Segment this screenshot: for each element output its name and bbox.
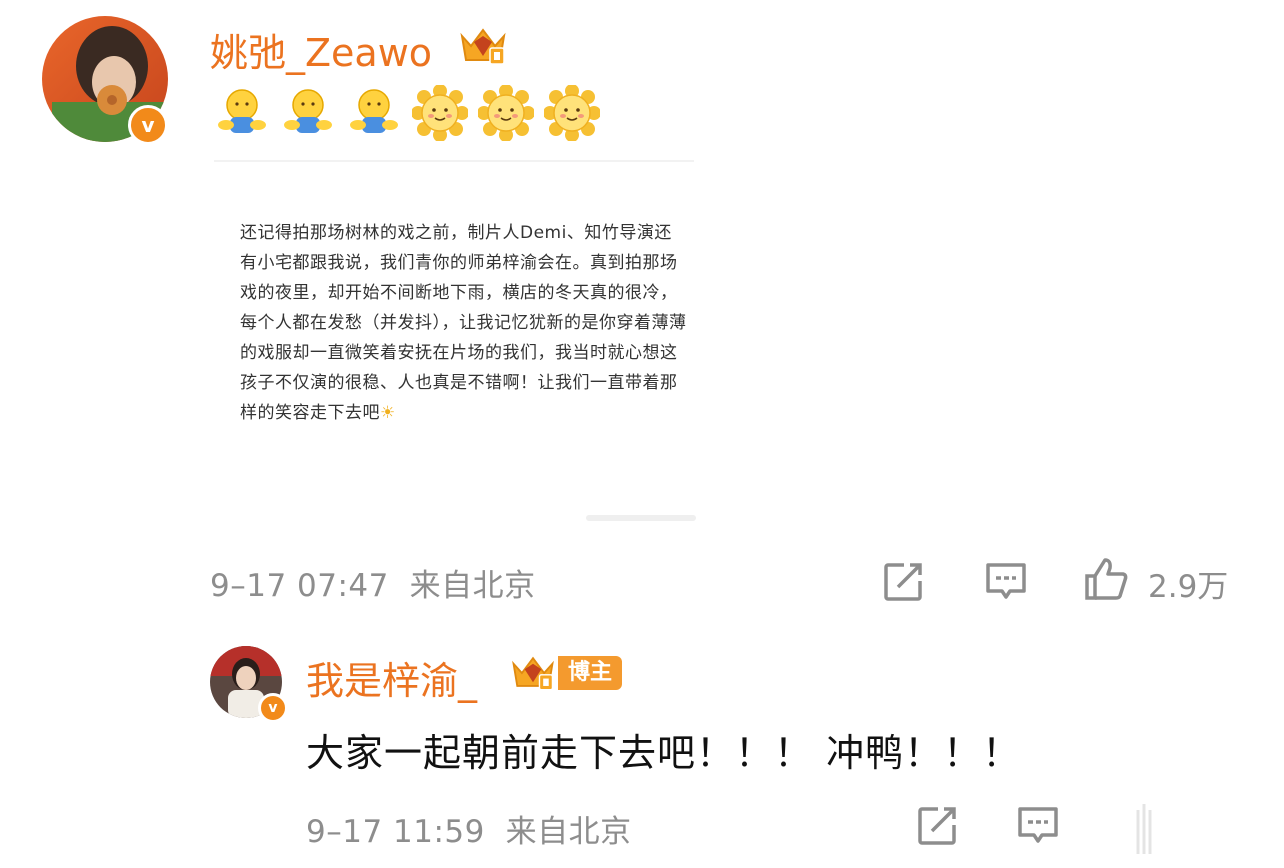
hug-emoji-icon (284, 89, 332, 133)
like-icon (1136, 804, 1152, 854)
verified-badge: v (128, 105, 168, 145)
post-timestamp: 9–17 07:47 (210, 568, 389, 604)
emoji-row (214, 85, 600, 141)
reply-timestamp: 9–17 11:59 (306, 814, 485, 850)
hug-emoji-icon (350, 89, 398, 133)
post-meta: 9–17 07:47 来自北京 (210, 560, 536, 605)
like-icon (1085, 558, 1128, 600)
reply-comment-button[interactable] (1014, 802, 1062, 848)
post-location: 来自北京 (409, 568, 536, 604)
reply-username[interactable]: 我是梓渝_ (306, 650, 477, 705)
post-image-text: 还记得拍那场树林的戏之前，制片人Demi、知竹导演还有小宅都跟我说，我们青你的师… (240, 223, 687, 423)
reply-like-button[interactable] (1066, 798, 1284, 858)
sun-icon: ☀ (380, 403, 396, 423)
post-image[interactable]: 还记得拍那场树林的戏之前，制片人Demi、知竹导演还有小宅都跟我说，我们青你的师… (214, 160, 696, 525)
author-tag-label: 博主 (558, 656, 623, 690)
comment-icon (986, 563, 1026, 599)
share-icon (918, 807, 956, 845)
crown-badge-icon (512, 656, 554, 691)
comment-button[interactable] (982, 558, 1030, 604)
reply-text: 大家一起朝前走下去吧！！！ 冲鸭！！！ (306, 731, 1022, 775)
reply-share-button[interactable] (914, 804, 960, 848)
crown-badge-icon (456, 26, 510, 66)
like-count: 2.9万 (1148, 569, 1229, 605)
sun-emoji-icon (412, 85, 468, 141)
reply-meta: 9–17 11:59 来自北京 (306, 806, 632, 851)
sun-emoji-icon (544, 85, 600, 141)
post-username[interactable]: 姚弛_Zeawo (210, 22, 432, 77)
share-button[interactable] (880, 560, 926, 604)
author-tag: 博主 (508, 652, 623, 694)
reply-location: 来自北京 (505, 814, 632, 850)
like-button[interactable] (1082, 555, 1130, 603)
watermark (586, 515, 696, 521)
reply-verified-badge: v (258, 693, 288, 723)
sun-emoji-icon (478, 85, 534, 141)
comment-icon (1018, 807, 1058, 843)
share-icon (884, 563, 922, 601)
hug-emoji-icon (218, 89, 266, 133)
